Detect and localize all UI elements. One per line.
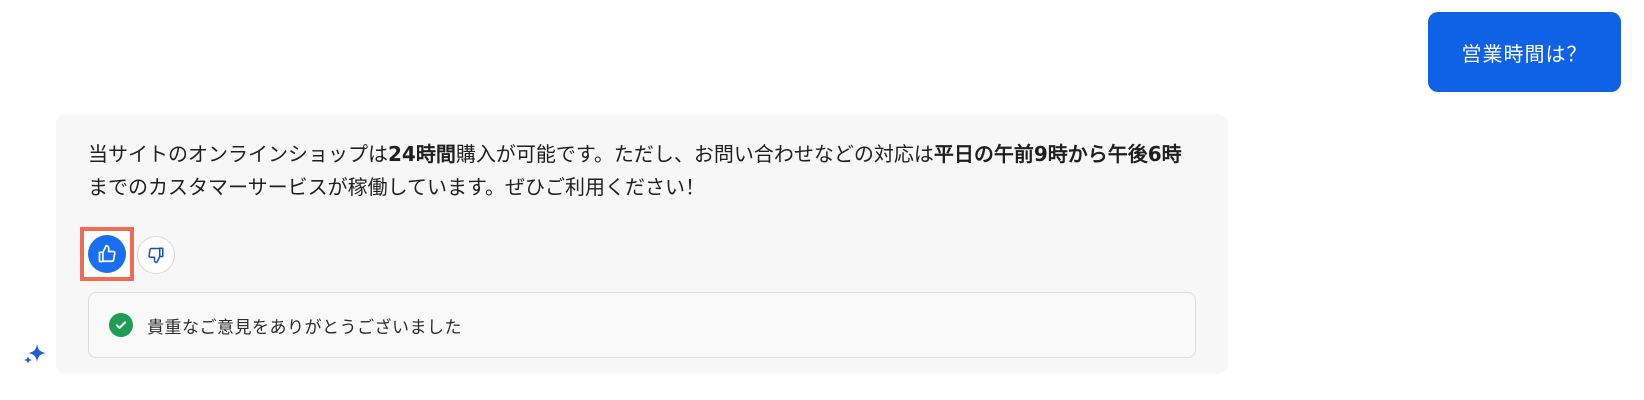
thumbs-up-button[interactable] [88, 235, 126, 273]
sparkle-icon [24, 344, 46, 364]
thumbs-up-button-highlight[interactable] [80, 227, 134, 281]
thumbs-down-button[interactable] [137, 236, 175, 274]
answer-segment: 購入が可能です。ただし、お問い合わせなどの対応は [455, 142, 934, 166]
feedback-thanks-text: 貴重なご意見をありがとうございました [147, 317, 462, 338]
answer-segment-bold: 平日の午前9時から午後6時 [933, 142, 1182, 166]
user-message-text: 営業時間は？ [1461, 41, 1588, 66]
user-message-bubble: 営業時間は？ [1428, 12, 1621, 92]
check-circle-icon [109, 313, 133, 337]
bot-answer-text: 当サイトのオンラインショップは24時間購入が可能です。ただし、お問い合わせなどの… [88, 138, 1198, 204]
feedback-thanks-box: 貴重なご意見をありがとうございました [88, 292, 1196, 358]
answer-segment-bold: 24時間 [388, 142, 456, 166]
answer-segment: 当サイトのオンラインショップは [88, 142, 388, 166]
thumbs-down-icon [148, 247, 164, 264]
thumbs-up-icon [98, 244, 116, 263]
answer-segment: までのカスタマーサービスが稼働しています。ぜひご利用ください！ [88, 175, 705, 199]
